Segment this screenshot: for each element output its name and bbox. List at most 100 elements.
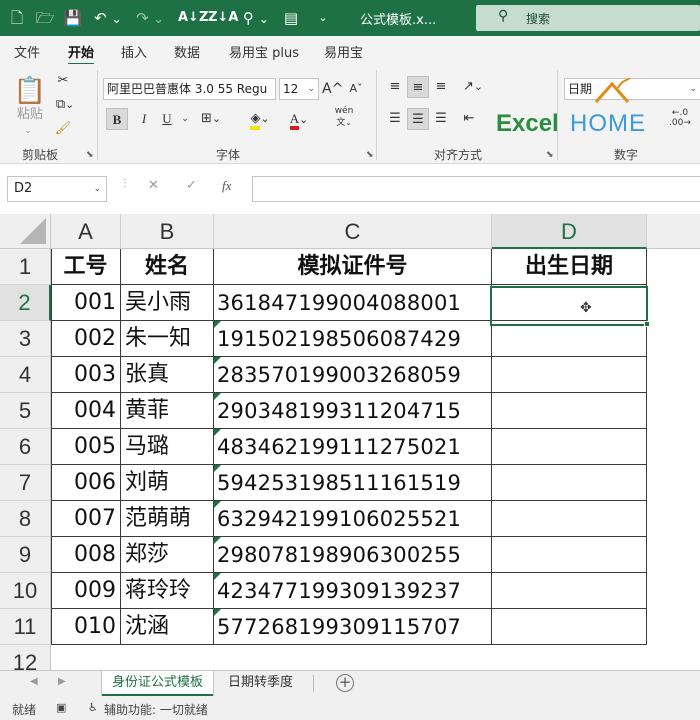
cell-cert[interactable]: 423477199309139237: [214, 573, 492, 609]
status-accessibility[interactable]: 辅助功能: 一切就绪: [104, 701, 208, 718]
cell-cert[interactable]: 483462199111275021: [214, 429, 492, 465]
row-header[interactable]: 6: [0, 429, 51, 465]
row-header[interactable]: 11: [0, 609, 51, 645]
row-header[interactable]: 7: [0, 465, 51, 501]
cell-id[interactable]: 010: [51, 609, 121, 645]
cell-id[interactable]: 006: [51, 465, 121, 501]
cell-name[interactable]: 范萌萌: [121, 501, 214, 537]
sheet-tab-id-template[interactable]: 身份证公式模板: [102, 671, 214, 696]
decrease-indent-icon[interactable]: ⇤: [458, 108, 480, 130]
cell-cert[interactable]: 191502198506087429: [214, 321, 492, 357]
header-cell[interactable]: 工号: [51, 249, 121, 285]
align-center-icon[interactable]: ☰: [407, 108, 429, 130]
column-header-b[interactable]: B: [121, 214, 214, 249]
macro-record-icon[interactable]: ▣: [56, 701, 66, 714]
cell-name[interactable]: 黄菲: [121, 393, 214, 429]
cell-name[interactable]: [121, 645, 214, 670]
cut-icon[interactable]: ✂: [52, 70, 74, 92]
previous-sheet-icon[interactable]: ◀: [30, 676, 38, 687]
number-format-select[interactable]: 日期 ⌄: [564, 78, 700, 100]
cell-cert[interactable]: 283570199003268059: [214, 357, 492, 393]
cell-birth[interactable]: [492, 645, 647, 670]
chevron-down-icon[interactable]: ⌄: [178, 108, 192, 130]
cell-name[interactable]: 沈涵: [121, 609, 214, 645]
cell-name[interactable]: 张真: [121, 357, 214, 393]
header-cell[interactable]: 出生日期: [492, 249, 647, 285]
spreadsheet-grid[interactable]: A B C D 1 工号 姓名 模拟证件号 出生日期 2 001 吴小雨 36184719900…: [0, 214, 700, 670]
cell-cert[interactable]: 632942199106025521: [214, 501, 492, 537]
font-size-select[interactable]: 12 ⌄: [279, 78, 319, 100]
decimal-buttons-icon[interactable]: ←.0.00→: [660, 108, 700, 130]
select-all-corner[interactable]: [0, 214, 51, 249]
column-header-c[interactable]: C: [214, 214, 492, 249]
search-box[interactable]: ⚲ 搜索: [476, 5, 700, 31]
cell-birth[interactable]: [492, 465, 647, 501]
cell-id[interactable]: 005: [51, 429, 121, 465]
tab-file[interactable]: 文件: [14, 42, 40, 61]
tab-yiyongbao-plus[interactable]: 易用宝 plus: [229, 42, 299, 61]
shrink-font-icon[interactable]: Aˇ: [346, 78, 366, 100]
header-cell[interactable]: 模拟证件号: [214, 249, 492, 285]
alignment-launcher-icon[interactable]: ⬊: [546, 150, 554, 160]
print-preview-icon[interactable]: ▤: [280, 7, 302, 29]
fill-color-icon[interactable]: ◈⌄: [246, 108, 274, 130]
copy-icon[interactable]: ⧉⌄: [52, 94, 78, 116]
cell-cert[interactable]: 577268199309115707: [214, 609, 492, 645]
cell-birth[interactable]: [492, 537, 647, 573]
cell-id[interactable]: 008: [51, 537, 121, 573]
row-header[interactable]: 3: [0, 321, 51, 357]
cell-id[interactable]: 001: [51, 285, 121, 321]
grow-font-icon[interactable]: A^: [322, 78, 343, 100]
orientation-icon[interactable]: ↗⌄: [460, 76, 486, 98]
column-header-e[interactable]: [647, 214, 700, 249]
column-header-d[interactable]: D: [492, 214, 647, 249]
tab-home[interactable]: 开始: [68, 42, 95, 66]
tab-yiyongbao[interactable]: 易用宝: [324, 42, 363, 61]
row-header[interactable]: 2: [0, 285, 51, 321]
cell-id[interactable]: 007: [51, 501, 121, 537]
cell-name[interactable]: 吴小雨: [121, 285, 214, 321]
align-middle-icon[interactable]: ≡: [407, 76, 429, 98]
align-top-icon[interactable]: ≡: [384, 76, 406, 98]
name-box[interactable]: D2 ⌄: [7, 176, 107, 202]
row-header[interactable]: 4: [0, 357, 51, 393]
formula-input[interactable]: [252, 176, 700, 202]
accessibility-icon[interactable]: ♿: [88, 701, 98, 714]
clipboard-launcher-icon[interactable]: ⬊: [86, 150, 94, 160]
cell-name[interactable]: 郑莎: [121, 537, 214, 573]
save-icon[interactable]: 💾: [62, 7, 84, 29]
cell-id[interactable]: 002: [51, 321, 121, 357]
cancel-icon[interactable]: ✕: [148, 178, 159, 193]
cell-birth[interactable]: [492, 285, 647, 321]
font-color-icon[interactable]: A⌄: [284, 108, 314, 130]
align-right-icon[interactable]: ☰: [430, 108, 452, 130]
sheet-tab-date-quarter[interactable]: 日期转季度: [218, 671, 303, 696]
enter-icon[interactable]: ✓: [186, 178, 197, 193]
row-header[interactable]: 10: [0, 573, 51, 609]
row-header[interactable]: 8: [0, 501, 51, 537]
undo-icon[interactable]: ↶ ⌄: [92, 7, 124, 29]
open-folder-icon[interactable]: 🗁: [34, 7, 56, 29]
cell-name[interactable]: 马璐: [121, 429, 214, 465]
cell-name[interactable]: 朱一知: [121, 321, 214, 357]
column-header-a[interactable]: A: [51, 214, 121, 249]
add-sheet-button[interactable]: +: [336, 674, 354, 692]
row-header[interactable]: 5: [0, 393, 51, 429]
row-header[interactable]: 9: [0, 537, 51, 573]
cell-cert[interactable]: 594253198511161519: [214, 465, 492, 501]
cell-birth[interactable]: [492, 393, 647, 429]
insert-function-icon[interactable]: fx: [222, 178, 231, 194]
header-cell[interactable]: 姓名: [121, 249, 214, 285]
cell-cert[interactable]: [214, 645, 492, 670]
format-painter-icon[interactable]: 🖌: [52, 118, 74, 140]
cell-birth[interactable]: [492, 609, 647, 645]
cell-birth[interactable]: [492, 357, 647, 393]
font-family-select[interactable]: 阿里巴巴普惠体 3.0 55 Regu: [103, 78, 276, 100]
cell-name[interactable]: 蒋玲玲: [121, 573, 214, 609]
underline-button[interactable]: U: [157, 108, 177, 130]
italic-button[interactable]: I: [134, 108, 154, 130]
row-header[interactable]: 1: [0, 249, 51, 285]
cell-cert[interactable]: 298078198906300255: [214, 537, 492, 573]
find-icon[interactable]: ⚲ ⌄: [240, 7, 272, 29]
sort-ascending-icon[interactable]: A↓Z: [178, 7, 208, 29]
